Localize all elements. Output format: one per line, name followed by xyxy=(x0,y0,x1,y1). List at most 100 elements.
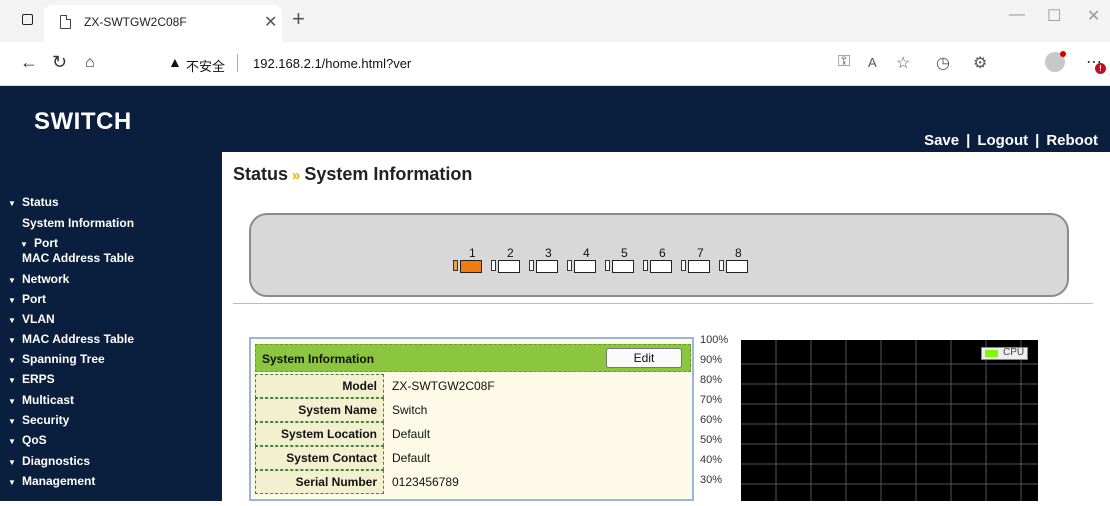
tab-title: ZX-SWTGW2C08F xyxy=(84,15,187,29)
y-tick-label: 90% xyxy=(700,354,723,366)
page-title: System Information xyxy=(304,164,473,184)
y-tick-label: 50% xyxy=(700,434,723,446)
favorite-star-icon[interactable]: ☆ xyxy=(896,53,910,73)
sidebar-item-multicast[interactable]: ▼ Multicast xyxy=(8,393,74,407)
cpu-grid xyxy=(741,340,1038,505)
url-field[interactable]: 192.168.2.1/home.html?ver xyxy=(253,56,411,71)
port-4[interactable]: 4 xyxy=(567,246,605,276)
sidebar-item-label: Status xyxy=(22,195,59,209)
sidebar-item-qos[interactable]: ▼ QoS xyxy=(8,433,47,447)
port-5[interactable]: 5 xyxy=(605,246,643,276)
port-8[interactable]: 8 xyxy=(719,246,757,276)
sidebar-item-management[interactable]: ▼ Management xyxy=(8,474,95,488)
link-separator: | xyxy=(1035,132,1040,149)
port-led-icon xyxy=(491,260,496,271)
browser-tab[interactable]: ZX-SWTGW2C08F ✕ xyxy=(44,5,282,42)
save-link[interactable]: Save xyxy=(924,132,959,149)
field-value: 0123456789 xyxy=(392,475,459,489)
new-tab-icon[interactable]: + xyxy=(292,6,305,32)
edit-button[interactable]: Edit xyxy=(606,348,682,368)
field-value: Switch xyxy=(392,403,428,417)
sidebar-item-vlan[interactable]: ▼ VLAN xyxy=(8,312,55,326)
sidebar-item-label: VLAN xyxy=(22,312,55,326)
close-icon[interactable]: ✕ xyxy=(264,12,277,32)
logout-link[interactable]: Logout xyxy=(977,132,1028,149)
field-label: System Name xyxy=(255,398,384,422)
tab-actions-icon[interactable] xyxy=(22,14,33,25)
port-led-icon xyxy=(567,260,572,271)
chevron-down-icon: ▼ xyxy=(8,199,16,208)
window-close-icon[interactable]: ✕ xyxy=(1087,6,1100,26)
port-2[interactable]: 2 xyxy=(491,246,529,276)
port-list: 1 2 3 4 5 6 7 8 xyxy=(453,246,773,276)
sidebar-item-label: QoS xyxy=(22,433,47,447)
ethernet-port-icon xyxy=(726,260,748,273)
field-label: Serial Number xyxy=(255,470,384,494)
table-row: Serial Number 0123456789 xyxy=(255,470,691,494)
field-value: ZX-SWTGW2C08F xyxy=(392,379,495,393)
page-icon xyxy=(60,15,71,29)
chevron-down-icon: ▼ xyxy=(20,240,28,249)
minimize-icon[interactable]: — xyxy=(1009,6,1025,24)
extensions-icon[interactable]: ⚙ xyxy=(973,53,987,73)
sidebar-item-security[interactable]: ▼ Security xyxy=(8,413,69,427)
port-7[interactable]: 7 xyxy=(681,246,719,276)
port-led-icon xyxy=(529,260,534,271)
sidebar-item-diagnostics[interactable]: ▼ Diagnostics xyxy=(8,454,90,468)
field-label: Model xyxy=(255,374,384,398)
port-led-icon xyxy=(681,260,686,271)
history-icon[interactable]: ◷ xyxy=(936,53,950,73)
breadcrumb-parent: Status xyxy=(233,164,289,184)
port-number: 4 xyxy=(583,246,590,260)
sidebar-item-status[interactable]: ▼ Status xyxy=(8,195,59,209)
sidebar-item-label: Network xyxy=(22,272,70,286)
sidebar: ▼ Status System Information ▼ Port MAC Add… xyxy=(0,152,222,501)
reboot-link[interactable]: Reboot xyxy=(1046,132,1098,149)
sidebar-item-mac-address-table[interactable]: ▼ MAC Address Table xyxy=(8,332,134,346)
sidebar-item-label: MAC Address Table xyxy=(22,332,135,346)
ethernet-port-icon xyxy=(688,260,710,273)
sidebar-item-port[interactable]: ▼ Port xyxy=(8,292,46,306)
port-1[interactable]: 1 xyxy=(453,246,491,276)
sidebar-item-label: Security xyxy=(22,413,70,427)
ethernet-port-icon xyxy=(498,260,520,273)
chevron-down-icon: ▼ xyxy=(8,276,16,285)
port-number: 1 xyxy=(469,246,476,260)
chevron-down-icon: ▼ xyxy=(8,376,16,385)
link-separator: | xyxy=(966,132,971,149)
maximize-icon[interactable]: ☐ xyxy=(1047,6,1061,26)
security-label[interactable]: 不安全 xyxy=(186,56,225,75)
sidebar-item-port-sub[interactable]: ▼ Port xyxy=(20,236,58,250)
port-number: 7 xyxy=(697,246,704,260)
key-icon[interactable]: ⚿ xyxy=(838,53,850,71)
sidebar-item-network[interactable]: ▼ Network xyxy=(8,272,69,286)
cpu-legend: CPU xyxy=(981,347,1028,360)
chevron-down-icon: ▼ xyxy=(8,417,16,426)
refresh-icon[interactable]: ↻ xyxy=(52,52,67,73)
field-value: Default xyxy=(392,427,431,441)
read-aloud-icon[interactable]: A xyxy=(868,55,877,70)
sidebar-item-label: Port xyxy=(34,236,58,250)
breadcrumb-arrow-icon: » xyxy=(292,167,301,184)
sidebar-item-label: Multicast xyxy=(22,393,75,407)
sidebar-item-mac-address-table-sub[interactable]: MAC Address Table xyxy=(22,251,134,265)
ethernet-port-icon xyxy=(460,260,482,273)
field-label: System Location xyxy=(255,422,384,446)
sidebar-item-system-information[interactable]: System Information xyxy=(22,216,134,230)
sidebar-item-spanning-tree[interactable]: ▼ Spanning Tree xyxy=(8,352,105,366)
chevron-down-icon: ▼ xyxy=(8,458,16,467)
port-number: 5 xyxy=(621,246,628,260)
warning-icon[interactable]: ▲ xyxy=(168,54,182,70)
port-led-icon xyxy=(605,260,610,271)
y-tick-label: 100% xyxy=(700,334,729,346)
port-3[interactable]: 3 xyxy=(529,246,567,276)
sidebar-item-erps[interactable]: ▼ ERPS xyxy=(8,372,55,386)
port-6[interactable]: 6 xyxy=(643,246,681,276)
error-badge: ! xyxy=(1095,63,1106,74)
field-value: Default xyxy=(392,451,431,465)
back-arrow-icon[interactable]: ← xyxy=(20,52,38,73)
ethernet-port-icon xyxy=(650,260,672,273)
home-icon[interactable]: ⌂ xyxy=(85,54,95,72)
chevron-down-icon: ▼ xyxy=(8,397,16,406)
chevron-down-icon: ▼ xyxy=(8,336,16,345)
